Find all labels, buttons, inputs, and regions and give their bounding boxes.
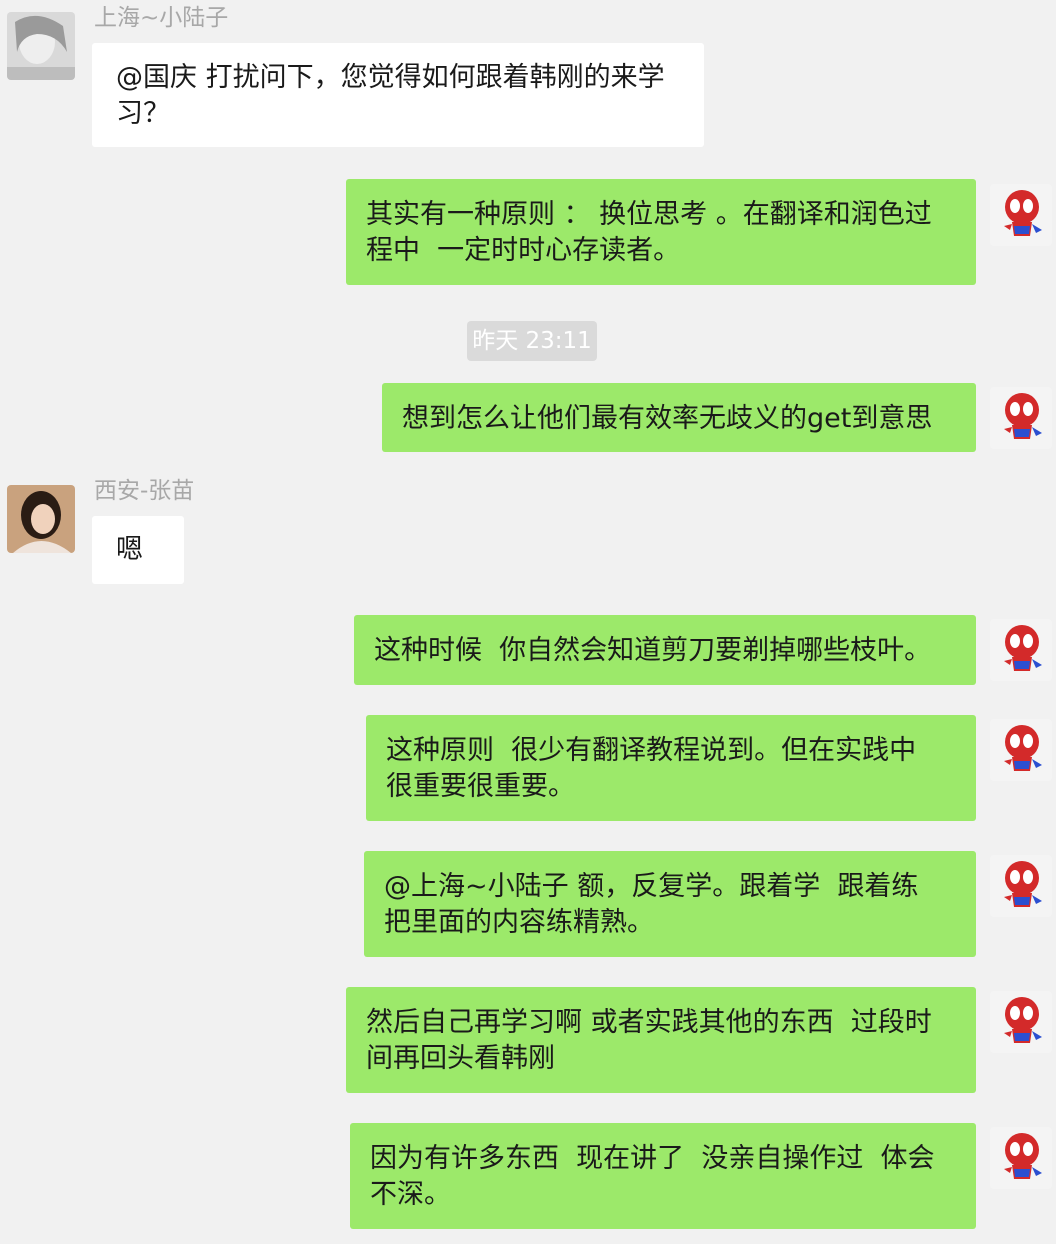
- message-bubble-outgoing[interactable]: 这种时候 你自然会知道剪刀要剃掉哪些枝叶。: [354, 615, 976, 685]
- message-bubble-outgoing[interactable]: 想到怎么让他们最有效率无歧义的get到意思: [382, 383, 976, 452]
- user-avatar-icon: [7, 12, 75, 80]
- spiderman-avatar-icon: [1004, 861, 1042, 907]
- message-bubble-outgoing[interactable]: 这种原则 很少有翻译教程说到。但在实践中 很重要很重要。: [366, 715, 976, 821]
- self-avatar[interactable]: [990, 719, 1052, 781]
- self-avatar[interactable]: [990, 184, 1052, 246]
- spiderman-avatar-icon: [1004, 393, 1042, 439]
- self-avatar[interactable]: [990, 619, 1052, 681]
- contact-avatar-xiaoluzi[interactable]: [7, 12, 75, 80]
- message-bubble-incoming[interactable]: @国庆 打扰问下，您觉得如何跟着韩刚的来学 习？: [92, 43, 704, 147]
- message-bubble-outgoing[interactable]: 因为有许多东西 现在讲了 没亲自操作过 体会 不深。: [350, 1123, 976, 1229]
- sender-name: 上海~小陆子: [94, 5, 229, 31]
- user-avatar-icon: [7, 485, 75, 553]
- spiderman-avatar-icon: [1004, 997, 1042, 1043]
- self-avatar[interactable]: [990, 855, 1052, 917]
- sender-name: 西安-张苗: [94, 478, 195, 504]
- self-avatar[interactable]: [990, 991, 1052, 1053]
- contact-avatar-zhangmiao[interactable]: [7, 485, 75, 553]
- spiderman-avatar-icon: [1004, 625, 1042, 671]
- self-avatar[interactable]: [990, 387, 1052, 449]
- self-avatar[interactable]: [990, 1127, 1052, 1189]
- message-bubble-incoming[interactable]: 嗯: [92, 516, 184, 584]
- spiderman-avatar-icon: [1004, 725, 1042, 771]
- message-bubble-outgoing[interactable]: @上海~小陆子 额，反复学。跟着学 跟着练 把里面的内容练精熟。: [364, 851, 976, 957]
- message-bubble-outgoing[interactable]: 然后自己再学习啊 或者实践其他的东西 过段时 间再回头看韩刚: [346, 987, 976, 1093]
- spiderman-avatar-icon: [1004, 190, 1042, 236]
- spiderman-avatar-icon: [1004, 1133, 1042, 1179]
- timestamp-divider: 昨天 23:11: [467, 321, 597, 361]
- message-bubble-outgoing[interactable]: 其实有一种原则 ： 换位思考 。在翻译和润色过 程中 一定时时心存读者。: [346, 179, 976, 285]
